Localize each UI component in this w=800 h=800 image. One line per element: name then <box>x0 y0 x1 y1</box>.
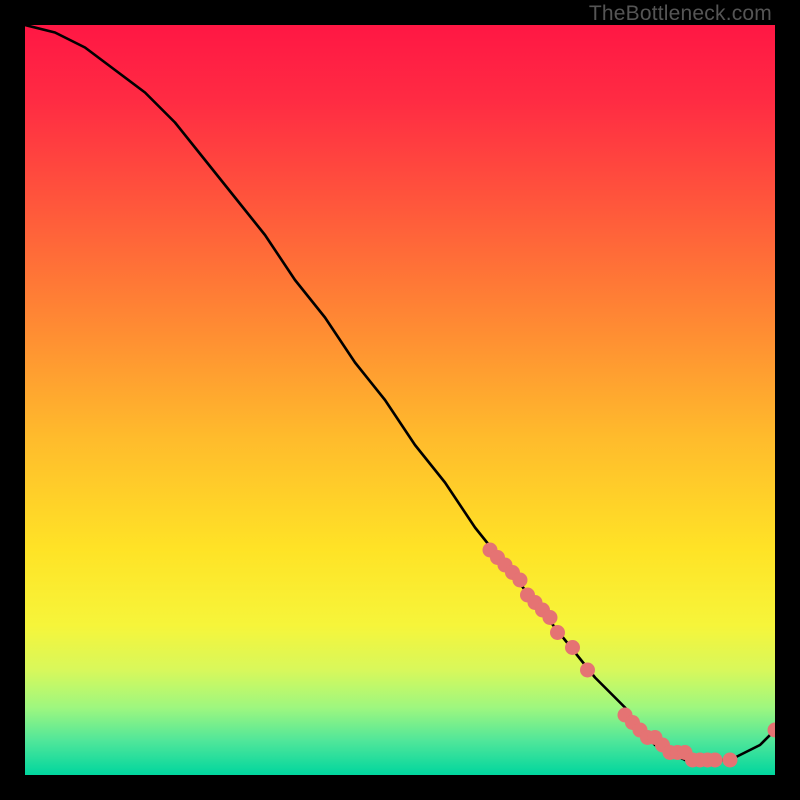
marker-dot <box>550 625 565 640</box>
bottleneck-curve <box>25 25 775 760</box>
curve-layer <box>25 25 775 775</box>
marker-dot <box>513 573 528 588</box>
marker-dot <box>565 640 580 655</box>
marker-dot <box>543 610 558 625</box>
marker-dot <box>723 753 738 768</box>
plot-area <box>25 25 775 775</box>
watermark-text: TheBottleneck.com <box>589 2 772 26</box>
marker-dot <box>708 753 723 768</box>
chart-stage: TheBottleneck.com <box>0 0 800 800</box>
marker-dots <box>483 543 776 768</box>
marker-dot <box>580 663 595 678</box>
